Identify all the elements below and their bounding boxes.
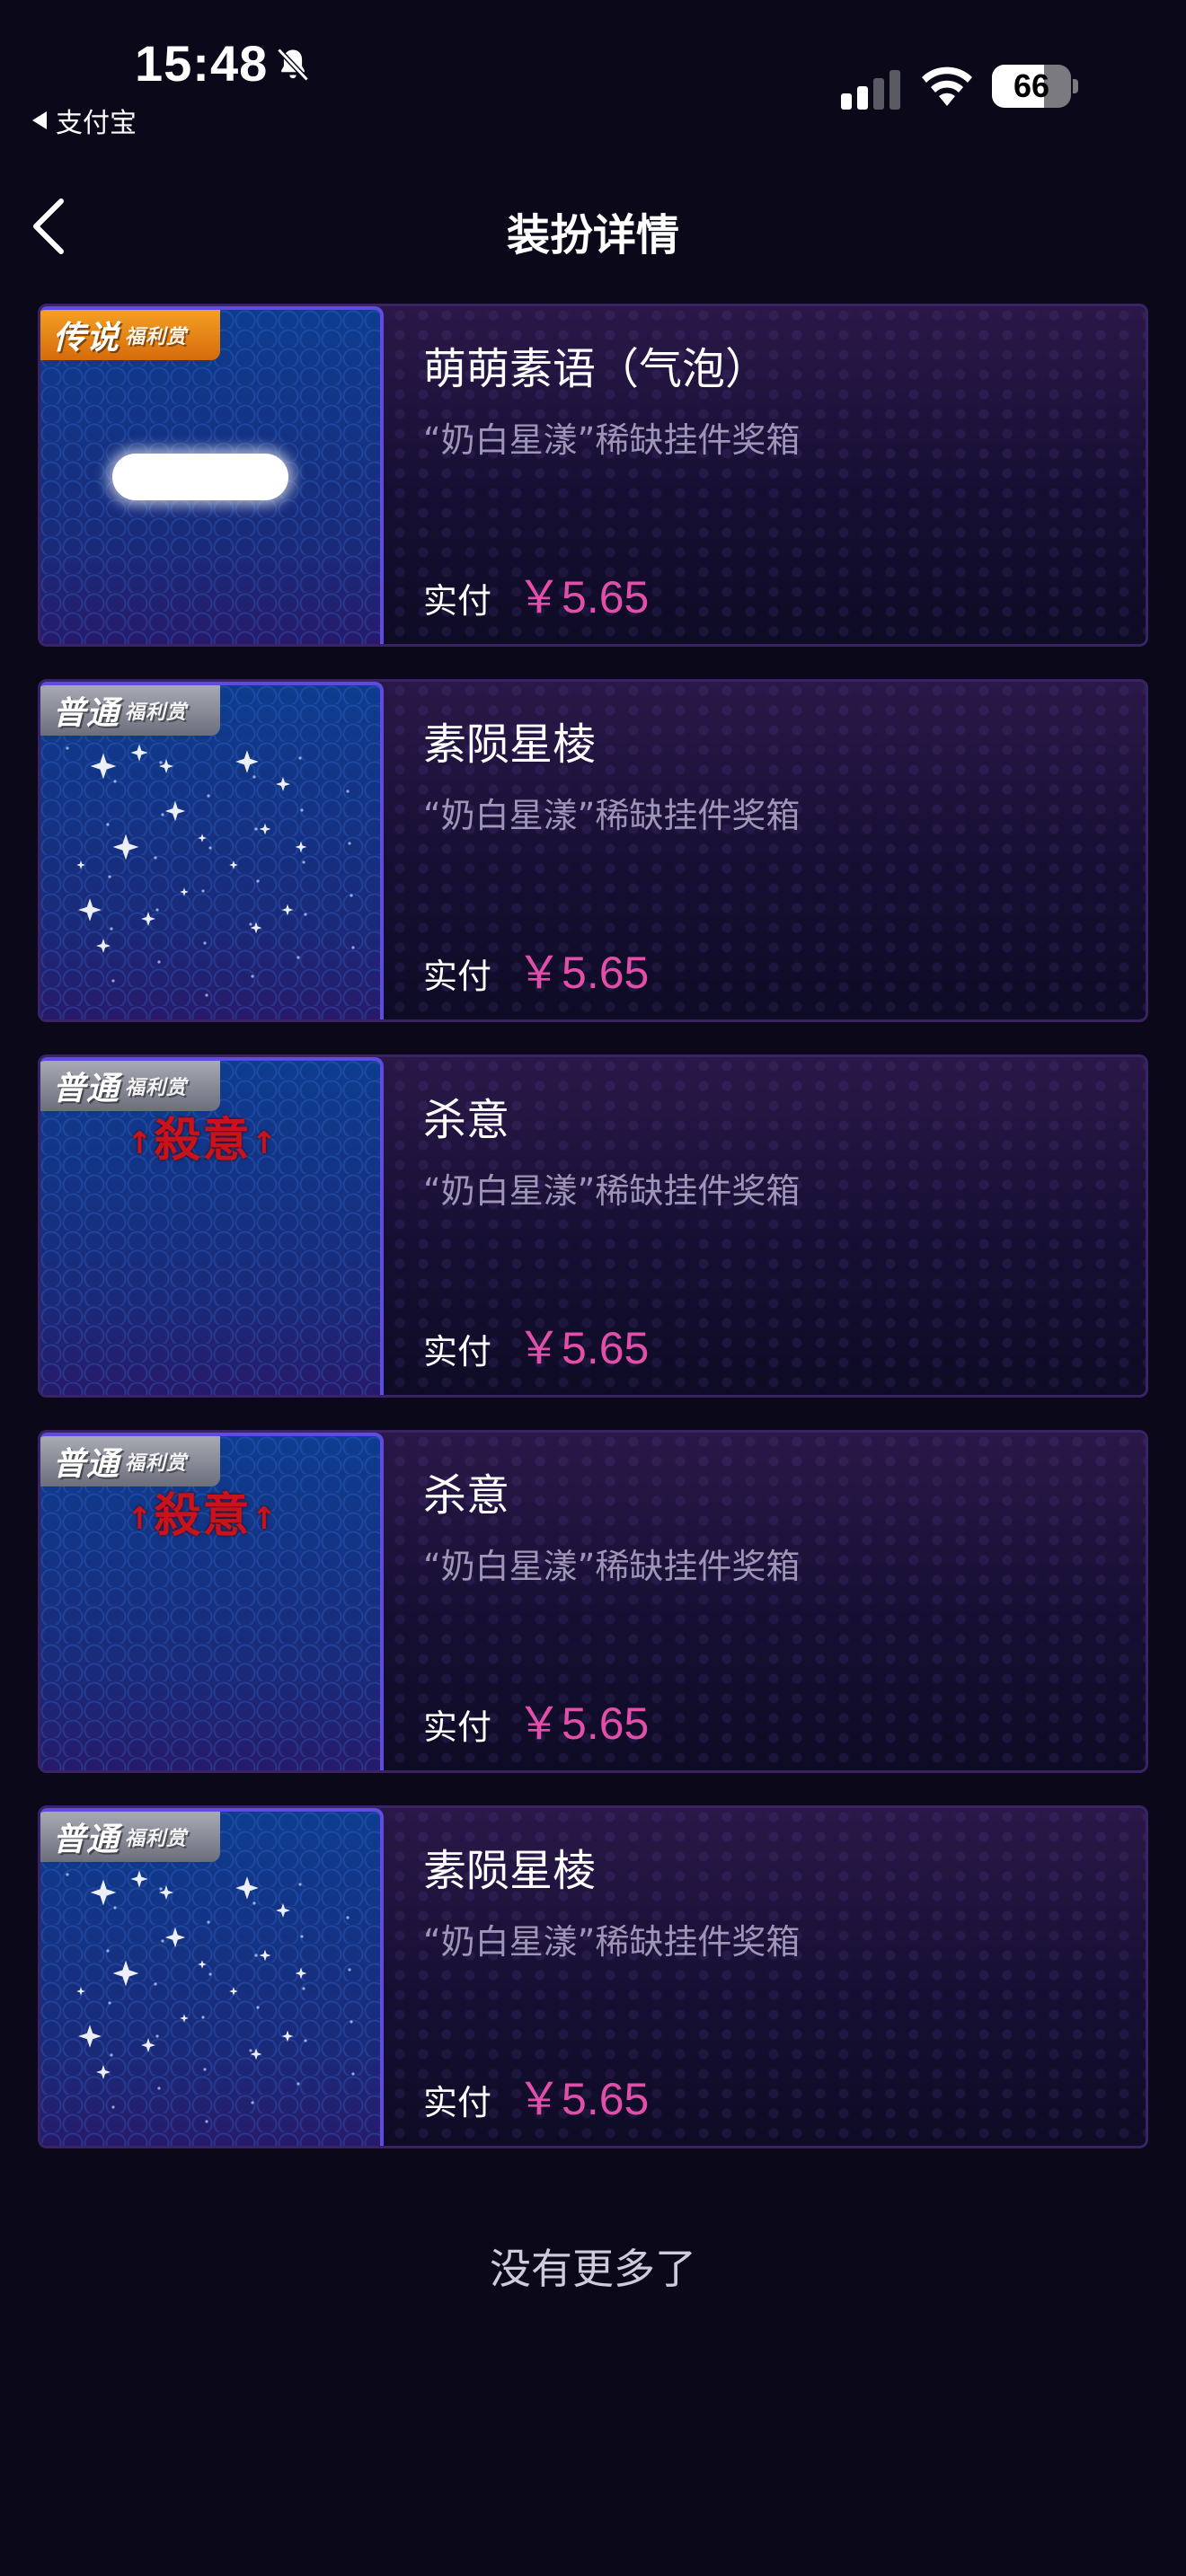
outfit-card-2[interactable]: 普通 福利赏 素陨星棱 “奶白星漾”稀缺挂件奖箱 实付 ￥5.65 — [38, 679, 1148, 1022]
rarity-badge: 普通 福利赏 — [40, 685, 220, 736]
price-label: 实付 — [423, 2083, 492, 2122]
outfit-source: “奶白星漾”稀缺挂件奖箱 — [423, 1922, 801, 1962]
kill-text-preview: ↑殺意↑ — [127, 1489, 279, 1543]
rarity-label: 普通 — [53, 1446, 120, 1483]
outfit-card-5[interactable]: 普通 福利赏 素陨星棱 “奶白星漾”稀缺挂件奖箱 实付 ￥5.65 — [38, 1805, 1148, 2148]
outfit-list: 传说 福利赏 萌萌素语（气泡） “奶白星漾”稀缺挂件奖箱 实付 ￥5.65 普通福… — [38, 304, 1148, 2181]
cellular-signal-icon — [841, 70, 900, 110]
outfit-name: 素陨星棱 — [423, 719, 597, 770]
rarity-label: 传说 — [53, 320, 120, 357]
no-more-text: 没有更多了 — [490, 2245, 696, 2293]
price-label: 实付 — [423, 581, 492, 621]
price-value: ￥5.65 — [517, 1698, 650, 1749]
wifi-icon — [922, 66, 972, 106]
price-value: ￥5.65 — [517, 1323, 650, 1373]
back-triangle-icon — [32, 111, 47, 129]
outfit-preview: ↑殺意↑ 普通 福利赏 — [40, 1057, 384, 1395]
price-label: 实付 — [423, 1332, 492, 1372]
rarity-sub-label: 福利赏 — [125, 1452, 188, 1475]
price-value: ￥5.65 — [517, 2074, 650, 2124]
outfit-preview: ↑殺意↑ 普通 福利赏 — [40, 1433, 384, 1770]
outfit-preview: 普通 福利赏 — [40, 1808, 384, 2146]
rarity-badge: 普通 福利赏 — [40, 1061, 220, 1111]
status-bar: 15:48 支付宝 66 — [0, 0, 1186, 139]
chat-bubble-preview — [112, 454, 288, 500]
outfit-preview: 传说 福利赏 — [40, 306, 384, 644]
outfit-source: “奶白星漾”稀缺挂件奖箱 — [423, 1171, 801, 1211]
battery-percent: 66 — [1013, 67, 1050, 104]
rarity-label: 普通 — [53, 1822, 120, 1858]
page-title: 装扮详情 — [506, 210, 679, 260]
bell-slash-icon — [277, 48, 309, 82]
price-row: 实付 ￥5.65 — [423, 937, 649, 1001]
price-row: 实付 ￥5.65 — [423, 1688, 649, 1752]
rarity-sub-label: 福利赏 — [125, 701, 188, 724]
outfit-source: “奶白星漾”稀缺挂件奖箱 — [423, 1547, 801, 1586]
rarity-sub-label: 福利赏 — [125, 1077, 188, 1099]
outfit-name: 萌萌素语（气泡） — [423, 344, 769, 394]
price-row: 实付 ￥5.65 — [423, 561, 649, 626]
outfit-card-4[interactable]: ↑殺意↑ 普通 福利赏 杀意 “奶白星漾”稀缺挂件奖箱 实付 ￥5.65 — [38, 1430, 1148, 1773]
rarity-badge: 普通 福利赏 — [40, 1812, 220, 1862]
price-label: 实付 — [423, 1707, 492, 1747]
status-time: 15:48 — [135, 35, 269, 92]
sparkle-stars-icon — [66, 744, 355, 997]
price-value: ￥5.65 — [517, 572, 650, 622]
outfit-name: 杀意 — [423, 1095, 510, 1145]
outfit-name: 素陨星棱 — [423, 1846, 597, 1896]
outfit-card-3[interactable]: ↑殺意↑ 普通 福利赏 杀意 “奶白星漾”稀缺挂件奖箱 实付 ￥5.65 — [38, 1054, 1148, 1398]
outfit-source: “奶白星漾”稀缺挂件奖箱 — [423, 796, 801, 835]
sparkle-stars-icon — [66, 1870, 355, 2123]
battery-icon: 66 — [992, 65, 1078, 108]
price-value: ￥5.65 — [517, 948, 650, 998]
rarity-label: 普通 — [53, 695, 120, 732]
price-row: 实付 ￥5.65 — [423, 2063, 649, 2128]
price-row: 实付 ￥5.65 — [423, 1312, 649, 1377]
rarity-label: 普通 — [53, 1071, 120, 1107]
rarity-sub-label: 福利赏 — [125, 326, 188, 348]
rarity-sub-label: 福利赏 — [125, 1828, 188, 1850]
back-to-app-link[interactable]: 支付宝 — [32, 101, 137, 140]
outfit-name: 杀意 — [423, 1470, 510, 1521]
kill-text-preview: ↑殺意↑ — [127, 1114, 279, 1168]
rarity-badge: 普通 福利赏 — [40, 1436, 220, 1486]
outfit-preview: 普通 福利赏 — [40, 682, 384, 1019]
rarity-badge: 传说 福利赏 — [40, 310, 220, 360]
nav-bar: 装扮详情 — [0, 180, 1186, 273]
back-app-label: 支付宝 — [56, 108, 137, 139]
price-label: 实付 — [423, 957, 492, 996]
outfit-source: “奶白星漾”稀缺挂件奖箱 — [423, 420, 801, 460]
outfit-card-1[interactable]: 传说 福利赏 萌萌素语（气泡） “奶白星漾”稀缺挂件奖箱 实付 ￥5.65 — [38, 304, 1148, 647]
